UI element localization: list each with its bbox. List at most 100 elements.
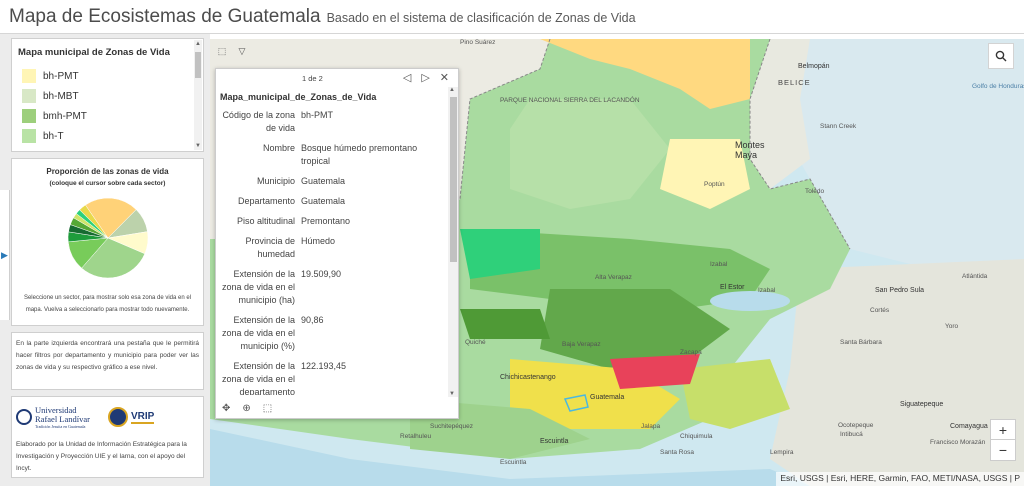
previous-feature-icon[interactable]: ◁	[403, 71, 411, 84]
popup-field-name: Nombre	[262, 143, 295, 153]
close-icon[interactable]: ✕	[440, 71, 449, 84]
credits-panel: Universidad Rafael Landívar Tradición Je…	[11, 396, 204, 478]
popup-field-name: Municipio	[256, 176, 295, 186]
map-place-label: Toledo	[805, 188, 825, 195]
zoom-out-button[interactable]: −	[990, 439, 1016, 461]
zoom-to-icon[interactable]: ⊕	[242, 403, 250, 414]
credits-text: Elaborado por la Unidad de Información E…	[16, 441, 187, 472]
map-tools: ⬚ ▽	[214, 43, 250, 59]
scroll-down-icon[interactable]: ▼	[194, 142, 202, 150]
map-place-label: Jalapa	[641, 423, 661, 430]
legend-swatch	[22, 109, 36, 123]
scroll-up-icon[interactable]: ▲	[194, 40, 202, 48]
popup-row: Provincia de humedad Húmedo	[216, 231, 448, 264]
map-place-label: PARQUE NACIONAL SIERRA DEL LACANDÓN	[500, 97, 640, 104]
map-place-label: Yoro	[945, 323, 959, 330]
popup-field-value: Húmedo	[301, 236, 336, 246]
pie-note: Seleccione un sector, para mostrar solo …	[23, 295, 192, 313]
pie-chart[interactable]	[63, 193, 153, 283]
popup-row: Código de la zona de vida bh-PMT	[216, 105, 448, 138]
page-title: Mapa de Ecosistemas de Guatemala	[9, 6, 321, 27]
map-place-label: Poptún	[704, 181, 725, 188]
popup-field-value: Bosque húmedo premontano tropical	[301, 143, 418, 166]
tool-dropdown-icon[interactable]: ▽	[234, 43, 250, 59]
map-place-label: Guatemala	[590, 394, 625, 401]
popup-field-value: Premontano	[301, 216, 351, 226]
map-place-label: Izabal	[758, 287, 776, 294]
popup-field-value: 19.509,90	[301, 269, 342, 279]
chevron-right-icon[interactable]: ▶	[1, 250, 8, 261]
map-place-label: Escuintla	[540, 438, 569, 445]
legend-item-label: bh-T	[43, 130, 64, 142]
legend-swatch	[22, 89, 36, 103]
map-place-label: Izabal	[710, 261, 728, 268]
popup-field-name: Departamento	[237, 196, 295, 206]
url-logo: Universidad Rafael Landívar Tradición Je…	[16, 405, 90, 429]
popup-title: Mapa_municipal_de_Zonas_de_Vida	[220, 92, 377, 102]
legend-item: bh-MBT	[22, 86, 203, 106]
scroll-thumb[interactable]	[195, 52, 201, 78]
map-place-label: Chichicastenango	[500, 374, 556, 381]
vrip-logo: VRIP	[107, 407, 155, 427]
map-place-label: Santa Rosa	[660, 449, 694, 456]
popup-row: Departamento Guatemala	[216, 191, 448, 211]
url-logo-line3: Tradición Jesuita en Guatemala	[35, 423, 86, 429]
popup-field-value: Guatemala	[301, 176, 346, 186]
search-icon[interactable]	[995, 50, 1007, 62]
scroll-up-icon[interactable]: ▲	[449, 87, 455, 93]
legend-item-label: bh-PMT	[43, 70, 79, 82]
popup-row: Extensión de la zona de vida en el munic…	[216, 264, 448, 310]
legend-item-label: bh-MBT	[43, 90, 79, 102]
popup-field-value: 122.193,45	[301, 361, 347, 371]
map-place-label: Francisco Morazán	[930, 439, 986, 446]
popup-scrollbar[interactable]: ▲ ▼	[448, 87, 458, 397]
map-place-label: Atlántida	[962, 273, 988, 280]
scroll-thumb[interactable]	[450, 97, 457, 262]
popup-field-name: Provincia de humedad	[245, 236, 295, 259]
map-place-label: Retalhuleu	[400, 433, 432, 440]
popup-pager: 1 de 2	[302, 74, 323, 83]
map-place-label: Montes Maya	[735, 140, 765, 160]
select-tool-icon[interactable]: ⬚	[214, 43, 230, 59]
map-place-label: San Pedro Sula	[875, 287, 925, 294]
info-text: En la parte izquierda encontrará una pes…	[16, 340, 199, 371]
pie-subtitle: (coloque el cursor sobre cada sector)	[49, 180, 166, 187]
legend-scrollbar[interactable]: ▲ ▼	[194, 40, 202, 150]
popup-body: Código de la zona de vida bh-PMT Nombre Bos…	[216, 105, 452, 395]
map-attribution: Esri, USGS | Esri, HERE, Garmin, FAO, ME…	[776, 472, 1024, 486]
map-place-label: Chiquimula	[680, 433, 713, 440]
url-seal-icon	[16, 409, 32, 425]
popup-row: Municipio Guatemala	[216, 171, 448, 191]
map-place-label: Comayagua	[950, 423, 988, 430]
filter-tab-handle[interactable]: ▶	[0, 190, 10, 320]
popup-field-name: Extensión de la zona de vida en el munic…	[221, 269, 295, 305]
page-subtitle: Basado en el sistema de clasificación de…	[326, 11, 636, 25]
map-place-label: Baja Verapaz	[562, 341, 601, 348]
popup-row: Extensión de la zona de vida en el depar…	[216, 356, 448, 395]
legend-list: bh-PMT bh-MBT bmh-PMT bh-T	[22, 66, 203, 146]
popup-field-name: Piso altitudinal	[236, 216, 295, 226]
popup-row: Extensión de la zona de vida en el munic…	[216, 310, 448, 356]
popup-field-name: Extensión de la zona de vida en el munic…	[221, 315, 295, 351]
map-place-label: Zacapa	[680, 349, 702, 356]
move-icon[interactable]: ✥	[222, 403, 230, 414]
map-place-label: BELICE	[778, 78, 811, 87]
map-place-label: Lempira	[770, 449, 794, 456]
vrip-badge-icon	[107, 407, 128, 427]
info-panel: En la parte izquierda encontrará una pes…	[11, 332, 204, 390]
popup-field-name: Extensión de la zona de vida en el depar…	[221, 361, 295, 395]
popup-field-value: 90,86	[301, 315, 324, 325]
url-logo-line2: Rafael Landívar	[35, 413, 90, 424]
next-feature-icon[interactable]: ▷	[421, 71, 429, 84]
map-place-label: Pino Suárez	[460, 39, 496, 46]
popup-field-value: Guatemala	[301, 196, 346, 206]
scroll-down-icon[interactable]: ▼	[449, 391, 455, 397]
search-button[interactable]	[988, 43, 1014, 69]
map-place-label: Suchitepéquez	[430, 423, 474, 430]
select-feature-icon[interactable]: ⬚	[263, 403, 272, 414]
app-header: Mapa de Ecosistemas de Guatemala Basado …	[0, 0, 1024, 34]
map-place-label: Belmopán	[798, 63, 830, 70]
zoom-in-button[interactable]: +	[990, 419, 1016, 441]
popup-row: Piso altitudinal Premontano	[216, 211, 448, 231]
pie-title: Proporción de las zonas de vida	[46, 167, 169, 176]
